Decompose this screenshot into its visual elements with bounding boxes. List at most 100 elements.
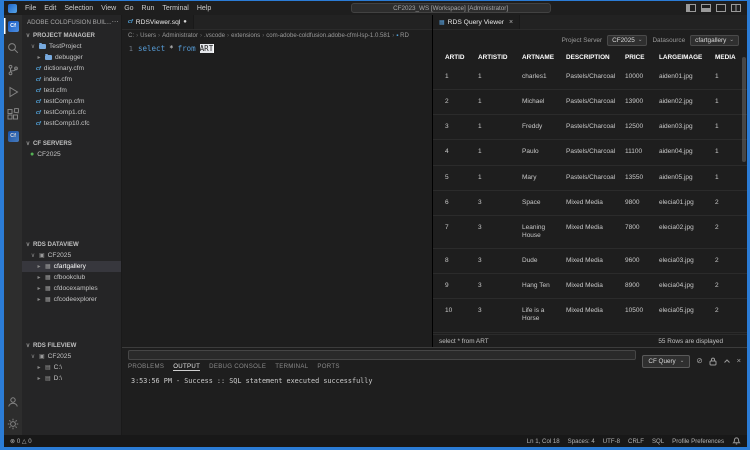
close-tab-icon[interactable]: × [509,19,513,26]
menu-item[interactable]: Selection [60,5,97,12]
panel-tab[interactable]: PORTS [317,363,339,370]
column-header[interactable]: ARTID [445,54,478,61]
breadcrumb-item[interactable]: RD [396,32,413,39]
datasource-select[interactable]: cfartgallery ⌄ [690,34,739,46]
status-item[interactable]: UTF-8 [603,438,620,445]
scrollbar-thumb[interactable] [742,57,746,162]
breadcrumb-item[interactable]: .vscode [204,32,231,39]
tree-item-rds-fileserver[interactable]: ∨ ▣ CF2025 [22,351,121,362]
menu-item[interactable]: Edit [40,5,60,12]
extensions-icon[interactable] [4,106,22,122]
tree-item-testproject[interactable]: ∨ TestProject [22,41,121,52]
column-header[interactable]: PRICE [625,54,659,61]
menu-item[interactable]: Go [120,5,137,12]
status-item[interactable]: CRLF [628,438,644,445]
section-rds-fileview[interactable]: ∨ RDS FILEVIEW [22,339,121,351]
table-row[interactable]: 6 3 Space Mixed Media 9800 elecia01.jpg … [433,191,747,216]
server-select[interactable]: CF2025 ⌄ [607,34,648,46]
breadcrumb-item[interactable]: Administrator [162,32,204,39]
tree-item-datasource[interactable]: ▸ ▦ cfdocexamples [22,283,121,294]
status-bar: ⊗ 0 △ 0 Ln 1, Col 18 Spaces: 4 UTF-8 CRLF SQ… [4,435,747,447]
toggle-secondary-sidebar-icon[interactable] [716,4,727,12]
tree-item-rds-server[interactable]: ∨ ▣ CF2025 [22,250,121,261]
output-channel-select[interactable]: CF Query ⌄ [642,354,691,368]
column-header[interactable]: LARGEIMAGE [659,54,715,61]
column-header[interactable]: MEDIA [715,54,741,61]
breadcrumb-item[interactable]: extensions [231,32,266,39]
status-item[interactable]: Profile Preferences [672,438,724,445]
status-item[interactable]: SQL [652,438,664,445]
customize-layout-icon[interactable] [731,4,742,12]
code-editor[interactable]: 1 select * from ART [122,41,432,347]
menu-item[interactable]: File [21,5,40,12]
panel-tab[interactable]: OUTPUT [173,363,201,371]
coldfusion-icon[interactable]: Cf [4,128,22,144]
menu-item[interactable]: Run [138,5,159,12]
result-table-body[interactable]: 1 1 charles1 Pastels/Charcoal 10000 aide… [433,65,747,334]
problems-status[interactable]: ⊗ 0 △ 0 [10,438,32,445]
panel-tab[interactable]: TERMINAL [275,363,308,370]
tab-rds-query-viewer[interactable]: ▦ RDS Query Viewer × [433,15,521,29]
more-actions-icon[interactable]: ⋯ [112,18,119,26]
account-icon[interactable] [4,394,22,410]
tree-item-datasource[interactable]: ▸ ▦ cfartgallery [22,261,121,272]
settings-gear-icon[interactable] [4,416,22,432]
sidebar: ADOBE COLDFUSION BUIL... ⋯ ∨ PROJECT MAN… [22,15,122,435]
column-header[interactable]: ARTNAME [522,54,566,61]
window-title[interactable]: CF2023_WS [Workspace] [Administrator] [350,3,551,13]
tree-item-file[interactable]: cf testComp.cfm [22,96,121,107]
table-row[interactable]: 4 1 Paulo Pastels/Charcoal 11100 aiden04… [433,140,747,166]
tree-item-datasource[interactable]: ▸ ▦ cfcodeexplorer [22,294,121,305]
section-project-manager[interactable]: ∨ PROJECT MANAGER [22,29,121,41]
menu-item[interactable]: Terminal [158,5,192,12]
tree-item-file[interactable]: cf dictionary.cfm [22,63,121,74]
table-row[interactable]: 10 3 Life is a Horse Mixed Media 10500 e… [433,299,747,333]
source-control-icon[interactable] [4,62,22,78]
table-row[interactable]: 7 3 Leaning House Mixed Media 7800 eleci… [433,216,747,249]
lock-autoscroll-icon[interactable] [709,357,717,366]
coldfusion-builder-icon[interactable]: Cf [4,18,22,34]
breadcrumb-item[interactable]: Users [140,32,162,39]
menu-item[interactable]: View [97,5,120,12]
breadcrumb-item[interactable]: com-adobe-coldfusion.adobe-cfml-lsp-1.0.… [266,32,396,39]
tree-item-file[interactable]: cf test.cfm [22,85,121,96]
search-icon[interactable] [4,40,22,56]
status-item[interactable]: Ln 1, Col 18 [527,438,560,445]
tab-rdsviewer-sql[interactable]: cf RDSViewer.sql ● [122,15,194,29]
panel-tab[interactable]: PROBLEMS [128,363,164,370]
maximize-panel-icon[interactable] [723,357,731,365]
column-header[interactable]: DESCRIPTION [566,54,625,61]
column-header[interactable]: ARTISTID [478,54,522,61]
table-row[interactable]: 5 1 Mary Pastels/Charcoal 13550 aiden05.… [433,166,747,191]
breadcrumb-item[interactable]: C: [128,32,140,39]
toggle-sidebar-icon[interactable] [686,4,697,12]
status-item[interactable]: Spaces: 4 [568,438,595,445]
section-rds-dataview[interactable]: ∨ RDS DATAVIEW [22,238,121,250]
table-row[interactable]: 9 3 Hang Ten Mixed Media 8900 elecia04.j… [433,274,747,300]
close-panel-icon[interactable]: × [737,357,741,365]
tree-item-debugger[interactable]: ▸ debugger [22,52,121,63]
table-row[interactable]: 8 3 Dude Mixed Media 9600 elecia03.jpg 2 [433,249,747,275]
section-cf-servers[interactable]: ∨ CF SERVERS [22,137,121,149]
menu-item[interactable]: Help [193,5,215,12]
tree-item-cf2025-server[interactable]: ● CF2025 [22,149,121,160]
modified-dot-icon[interactable]: ● [183,19,187,25]
table-row[interactable]: 1 1 charles1 Pastels/Charcoal 10000 aide… [433,65,747,91]
clear-output-icon[interactable]: ⊘ [696,357,702,365]
table-row[interactable]: 2 1 Michael Pastels/Charcoal 13900 aiden… [433,90,747,116]
tree-item-drive[interactable]: ▸ ▤ D:\ [22,373,121,384]
panel-tab[interactable]: DEBUG CONSOLE [209,363,266,370]
output-log[interactable]: 3:53:56 PM - Success :: SQL statement ex… [122,372,747,435]
output-filter-input[interactable] [128,350,637,360]
tree-item-file[interactable]: cf testComp1.cfc [22,107,121,118]
run-debug-icon[interactable] [4,84,22,100]
tree-item-file[interactable]: cf index.cfm [22,74,121,85]
table-row[interactable]: 3 1 Freddy Pastels/Charcoal 12500 aiden0… [433,115,747,141]
tree-item-drive[interactable]: ▸ ▤ C:\ [22,362,121,373]
query-viewer-toolbar: Project Server CF2025 ⌄ Datasource cfart… [433,30,747,50]
notifications-bell-icon[interactable] [732,436,741,447]
tree-item-file[interactable]: cf testComp10.cfc [22,118,121,129]
tree-item-datasource[interactable]: ▸ ▦ cfbookclub [22,272,121,283]
toggle-panel-icon[interactable] [701,4,712,12]
warnings-icon: △ [21,437,27,445]
